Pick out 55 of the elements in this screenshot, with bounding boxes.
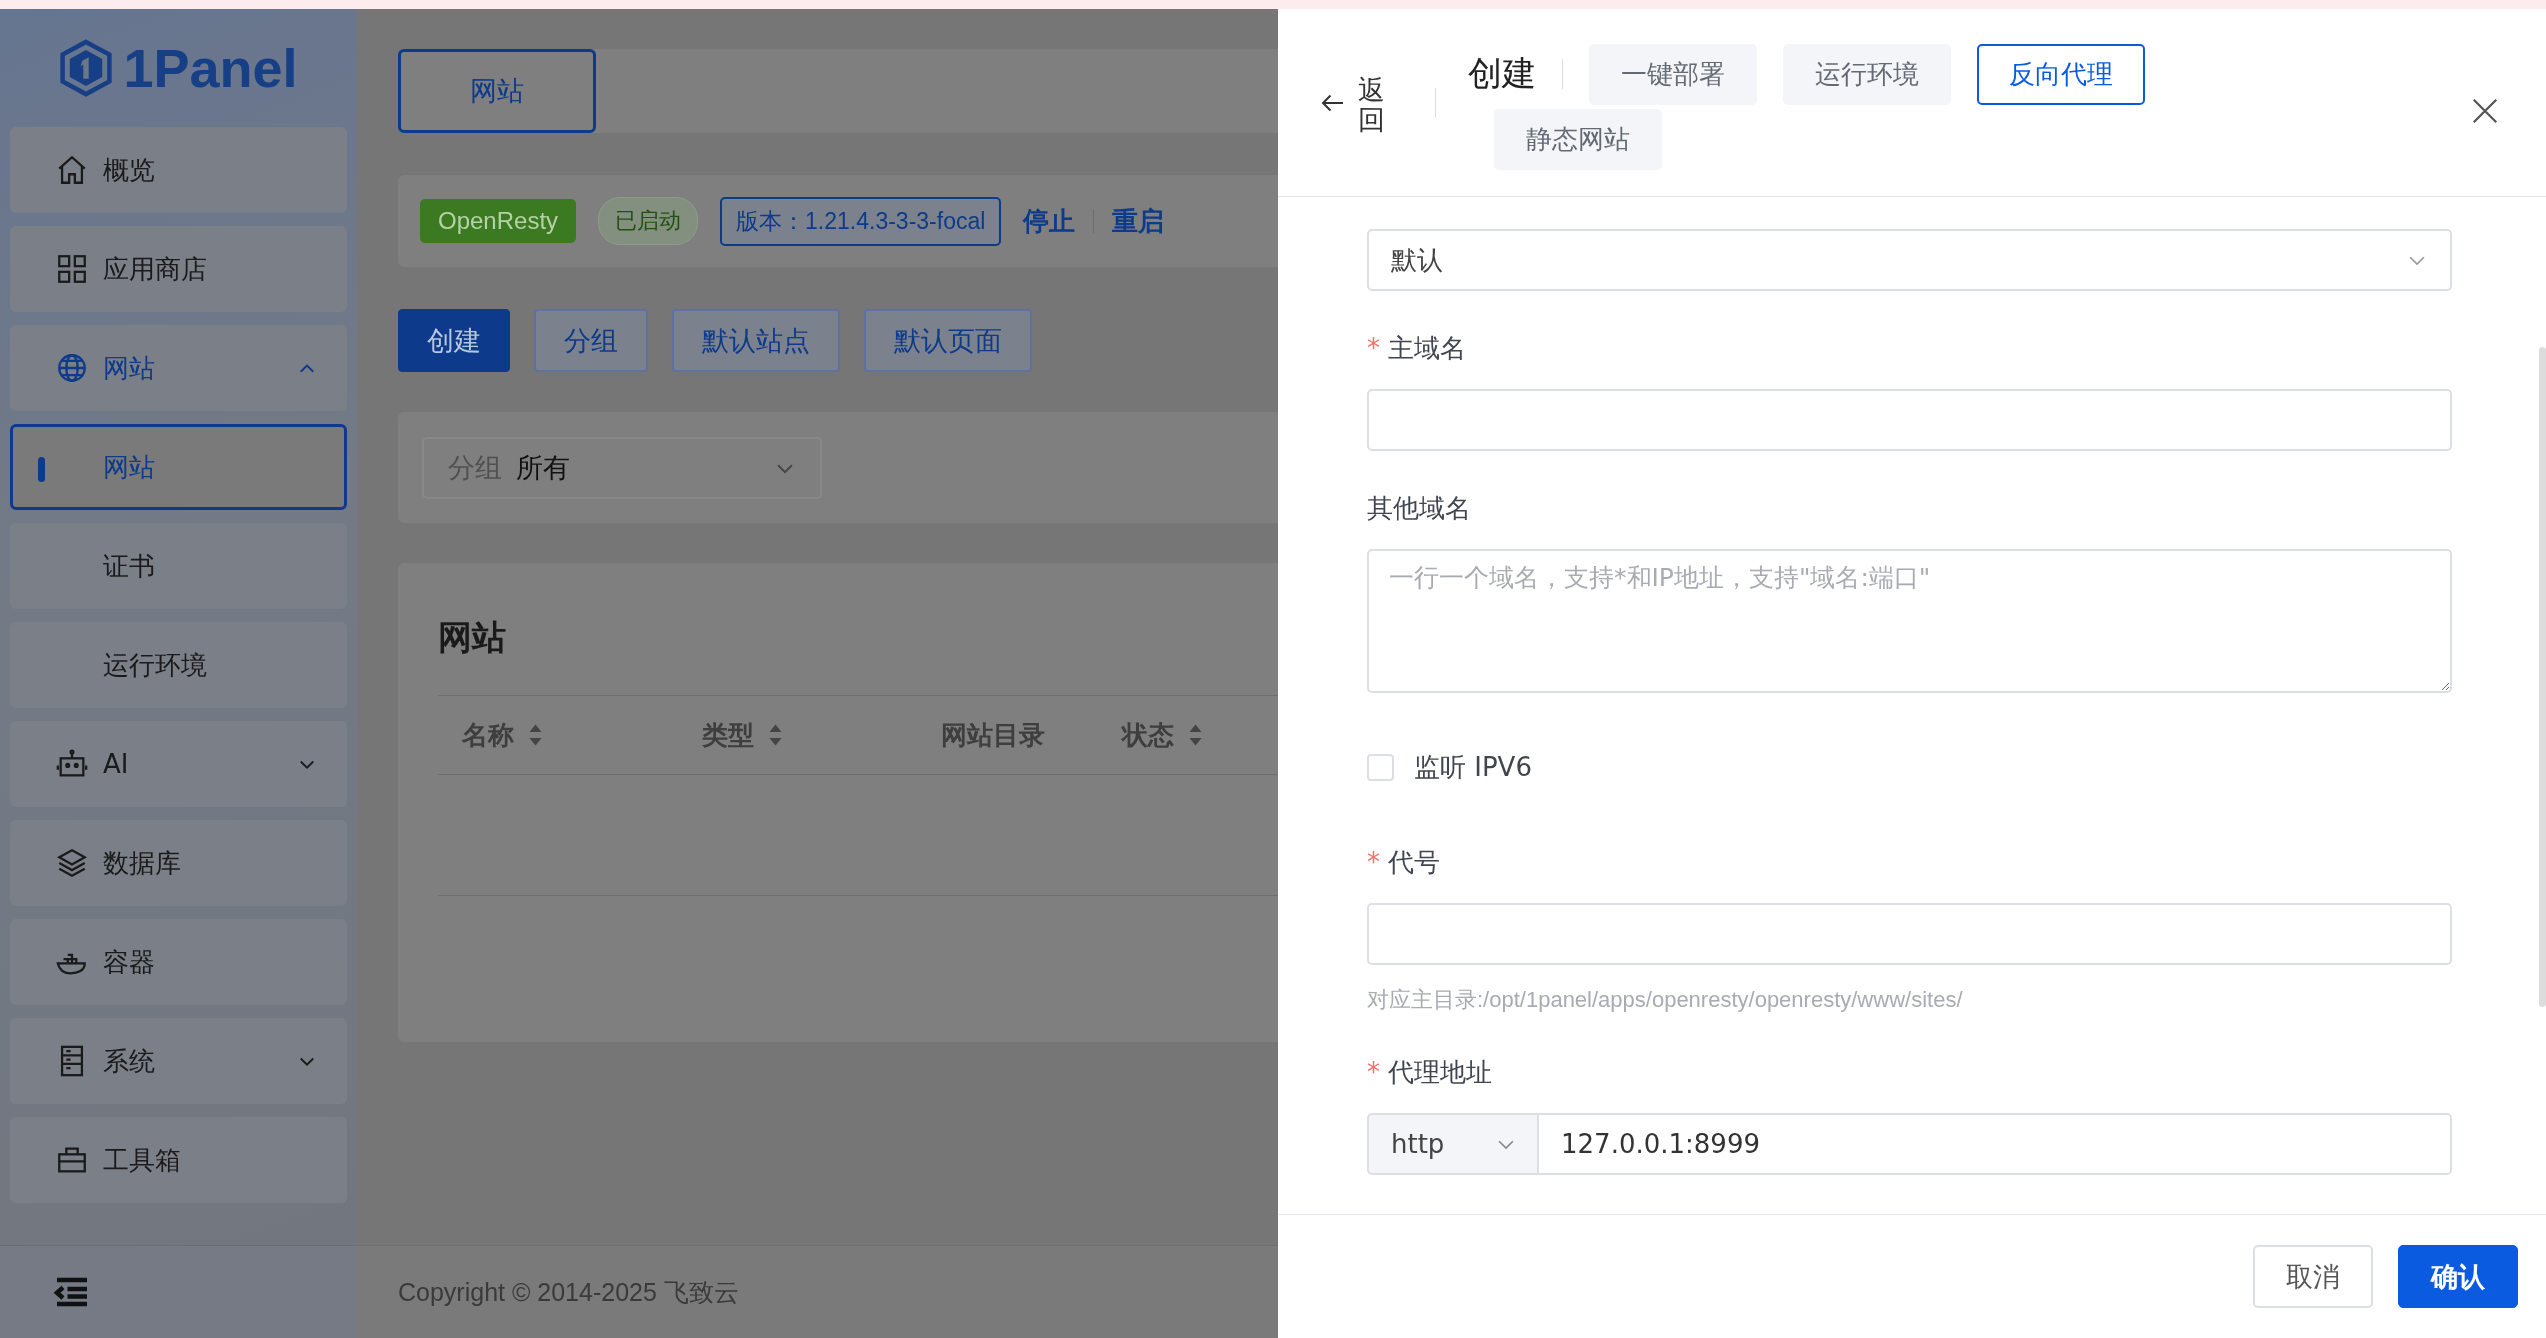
- action-link[interactable]: 停止: [1023, 203, 1076, 239]
- sidebar-item[interactable]: AI: [10, 721, 347, 807]
- column-header[interactable]: 网站目录: [941, 717, 1122, 753]
- status-tag: 已启动: [598, 197, 699, 245]
- version-tag: 版本：1.21.4.3-3-3-focal: [720, 196, 1002, 246]
- confirm-button[interactable]: 确认: [2398, 1245, 2518, 1308]
- table-title: 网站: [438, 616, 507, 659]
- hexagon-logo-icon: [59, 39, 114, 97]
- copyright-text: Copyright © 2014-2025 飞致云: [398, 1276, 739, 1308]
- sidebar-item[interactable]: 系统: [10, 1018, 347, 1104]
- sidebar-item[interactable]: 数据库: [10, 820, 347, 906]
- toolbar-button[interactable]: 分组: [534, 309, 648, 372]
- cancel-button[interactable]: 取消: [2253, 1245, 2373, 1308]
- sidebar-subitem[interactable]: 网站: [10, 424, 347, 510]
- sidebar-item[interactable]: 概览: [10, 127, 347, 213]
- sidebar-subitem[interactable]: 证书: [10, 523, 347, 609]
- drawer-title: 创建: [1468, 52, 1536, 95]
- grid-icon: [55, 252, 89, 286]
- column-header[interactable]: 状态: [1122, 717, 1203, 753]
- sidebar-item[interactable]: 容器: [10, 919, 347, 1005]
- sidebar-item[interactable]: 工具箱: [10, 1117, 347, 1203]
- page-tab[interactable]: 网站: [398, 49, 596, 133]
- checkbox-label: 监听 IPV6: [1414, 751, 1532, 784]
- type-tab[interactable]: 反向代理: [1977, 43, 2145, 105]
- domains-textarea[interactable]: 一行一个域名，支持*和IP地址，支持"域名:端口": [1367, 549, 2452, 693]
- group-select[interactable]: 默认: [1367, 229, 2452, 291]
- layers-icon: [55, 846, 89, 880]
- field-label: * 代号: [1367, 846, 1441, 879]
- logo-text: 1Panel: [123, 37, 298, 99]
- sidebar-item[interactable]: 网站: [10, 325, 347, 411]
- scrollbar-thumb[interactable]: [2539, 347, 2546, 1007]
- column-header[interactable]: 类型: [702, 717, 941, 753]
- app-tag: OpenResty: [420, 199, 577, 243]
- text-input[interactable]: [1367, 903, 2452, 965]
- toolbar-button[interactable]: 默认页面: [864, 309, 1032, 372]
- field-hint: 对应主目录:/opt/1panel/apps/openresty/openresty/www/sites/: [1367, 986, 1964, 1014]
- checkbox[interactable]: [1367, 754, 1394, 781]
- toolbar-button[interactable]: 默认站点: [672, 309, 840, 372]
- globe-icon: [55, 351, 89, 385]
- proxy-address-input[interactable]: 127.0.0.1:8999: [1537, 1113, 2452, 1175]
- type-tab[interactable]: 静态网站: [1494, 108, 1662, 170]
- field-label: 其他域名: [1367, 492, 1472, 525]
- sidebar-subitem[interactable]: 运行环境: [10, 622, 347, 708]
- type-tab[interactable]: 运行环境: [1783, 43, 1951, 105]
- field-label: * 代理地址: [1367, 1056, 1493, 1089]
- scheme-select[interactable]: http: [1367, 1113, 1537, 1175]
- close-icon[interactable]: [2470, 96, 2500, 126]
- sidebar-item[interactable]: 应用商店: [10, 226, 347, 312]
- type-tab[interactable]: 一键部署: [1589, 43, 1757, 105]
- action-link[interactable]: 重启: [1112, 203, 1165, 239]
- text-input[interactable]: [1367, 389, 2452, 451]
- back-link[interactable]: 返回: [1358, 70, 1385, 135]
- create-button[interactable]: 创建: [398, 309, 510, 372]
- column-header[interactable]: 名称: [462, 717, 702, 753]
- field-label: * 主域名: [1367, 332, 1467, 365]
